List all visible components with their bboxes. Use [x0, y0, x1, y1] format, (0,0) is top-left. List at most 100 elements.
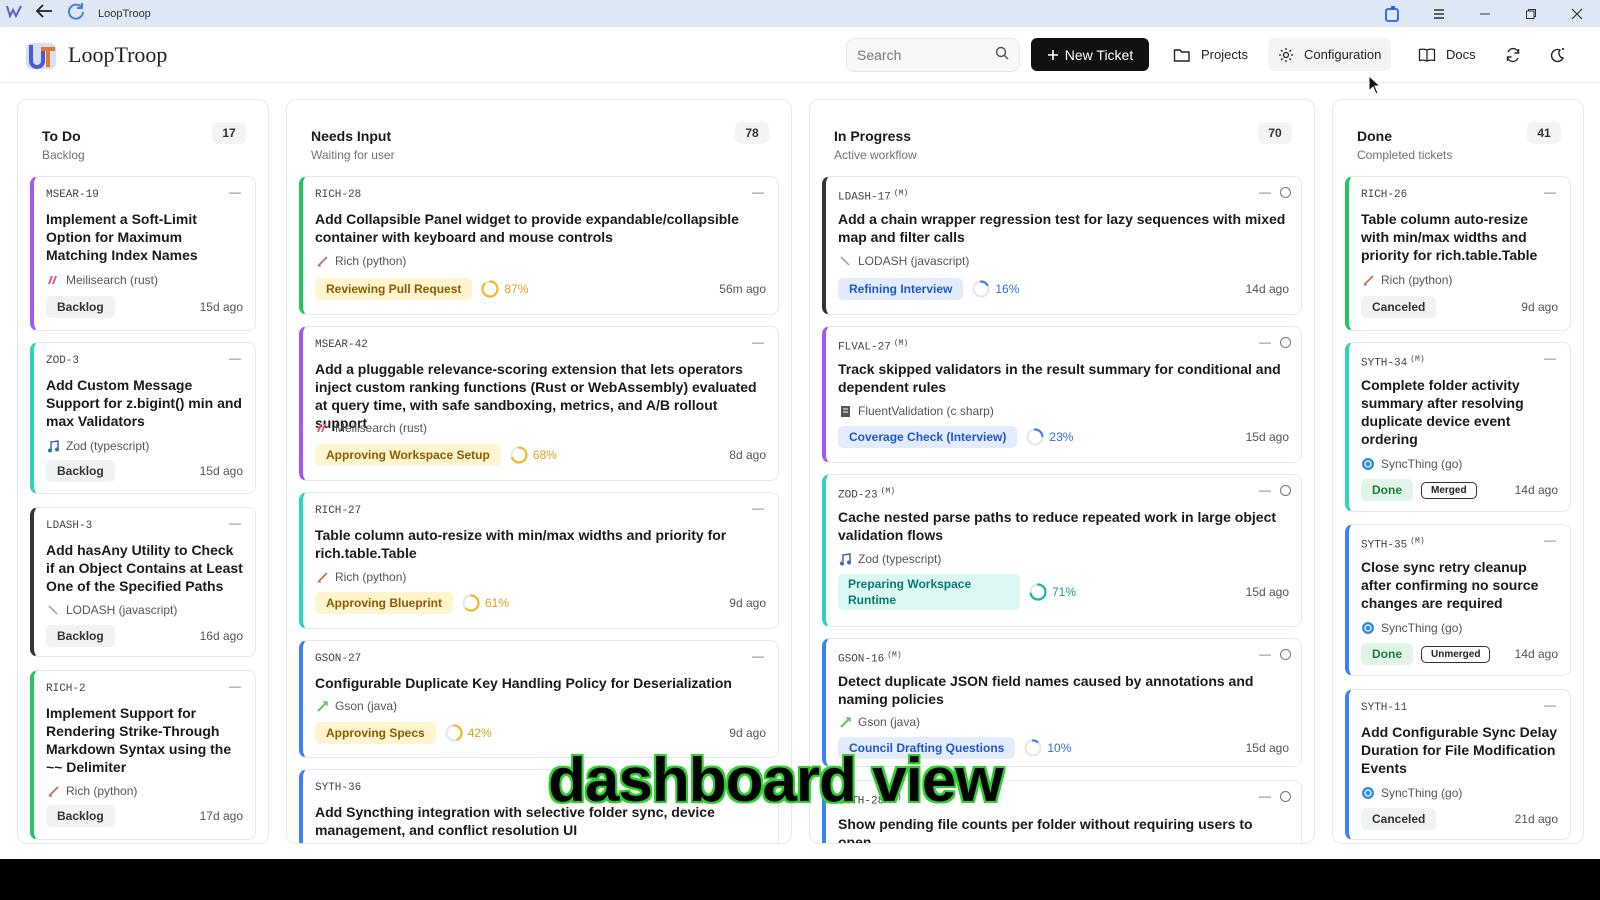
running-status-icon: [1280, 485, 1291, 496]
ticket-footer: Canceled 21d ago: [1361, 808, 1558, 830]
ticket-id: FLVAL-27 (M): [838, 339, 908, 354]
search-box[interactable]: [846, 38, 1020, 72]
ticket-repo: Zod (typescript): [838, 552, 941, 566]
mark-label: (M): [880, 487, 896, 496]
menu-icon[interactable]: [1416, 0, 1462, 27]
refresh-icon[interactable]: [66, 2, 86, 25]
ticket-age: 16d ago: [199, 629, 243, 643]
ticket-card[interactable]: MSEAR-19 — Implement a Soft-Limit Option…: [30, 176, 256, 331]
progress-indicator: 42%: [444, 723, 492, 743]
status-badge: Backlog: [46, 625, 115, 647]
ticket-card[interactable]: RICH-2 — Implement Support for Rendering…: [30, 670, 256, 840]
back-icon[interactable]: [34, 3, 54, 24]
ticket-card[interactable]: GSON-27 — Configurable Duplicate Key Han…: [299, 640, 779, 758]
ticket-card[interactable]: RICH-27 — Table column auto-resize with …: [299, 492, 779, 629]
repo-label: LODASH (javascript): [66, 603, 178, 617]
ticket-menu-icon[interactable]: —: [1259, 483, 1271, 497]
ticket-id: LDASH-3: [46, 520, 93, 532]
ticket-id-text: FLVAL-27: [838, 341, 891, 354]
ticket-card[interactable]: SYTH-11 — Add Configurable Sync Delay Du…: [1345, 689, 1571, 840]
rich-icon: [315, 570, 329, 584]
status-badge: Approving Blueprint: [315, 592, 453, 614]
ticket-menu-icon[interactable]: —: [752, 335, 764, 349]
ticket-repo: SyncThing (go): [1361, 786, 1462, 800]
progress-ring-icon: [1026, 428, 1044, 446]
ticket-menu-icon[interactable]: —: [229, 185, 241, 199]
ticket-card[interactable]: FLVAL-27 (M) — Track skipped validators i…: [822, 326, 1302, 463]
column-count-badge: 17: [212, 122, 246, 144]
configuration-button[interactable]: Configuration: [1268, 38, 1392, 71]
book-icon: [1418, 48, 1436, 62]
ticket-menu-icon[interactable]: —: [752, 501, 764, 515]
ticket-menu-icon[interactable]: —: [1544, 698, 1556, 712]
ticket-menu-icon[interactable]: —: [1544, 185, 1556, 199]
ticket-card[interactable]: ZOD-3 — Add Custom Message Support for z…: [30, 342, 256, 494]
mark-label: (M): [893, 189, 909, 198]
ticket-title: Show pending file counts per folder with…: [838, 816, 1253, 844]
ticket-menu-icon[interactable]: —: [1259, 185, 1271, 199]
docs-button[interactable]: Docs: [1408, 38, 1486, 71]
repo-label: LODASH (javascript): [858, 254, 970, 268]
ticket-card[interactable]: SYTH-35 (M) — Close sync retry cleanup af…: [1345, 524, 1571, 676]
status-badge: Canceled: [1361, 296, 1437, 318]
progress-ring-icon: [972, 280, 990, 298]
ticket-id: RICH-26: [1361, 189, 1408, 201]
app-logo[interactable]: LoopTroop: [24, 39, 167, 71]
ticket-menu-icon[interactable]: —: [752, 649, 764, 663]
search-icon[interactable]: [995, 46, 1009, 65]
ticket-footer: Canceled 9d ago: [1361, 296, 1558, 318]
ticket-card[interactable]: MSEAR-42 — Add a pluggable relevance-sco…: [299, 326, 779, 481]
ticket-footer: Done Merged 14d ago: [1361, 479, 1558, 501]
syncthing-icon: [1361, 457, 1375, 471]
ticket-card[interactable]: ZOD-23 (M) — Cache nested parse paths to …: [822, 474, 1302, 627]
ticket-card[interactable]: LDASH-17 (M) — Add a chain wrapper regres…: [822, 176, 1302, 315]
ticket-footer: Backlog 15d ago: [46, 296, 243, 318]
window-title: LoopTroop: [98, 7, 151, 20]
ticket-title: Cache nested parse paths to reduce repea…: [838, 509, 1277, 543]
close-window-icon[interactable]: [1554, 0, 1600, 27]
ticket-card[interactable]: LDASH-3 — Add hasAny Utility to Check if…: [30, 507, 256, 657]
ticket-menu-icon[interactable]: —: [1544, 351, 1556, 365]
column-header: Done Completed tickets 41: [1357, 122, 1561, 162]
ticket-card[interactable]: RICH-26 — Table column auto-resize with …: [1345, 176, 1571, 331]
ticket-menu-icon[interactable]: —: [1259, 335, 1271, 349]
theme-toggle-button[interactable]: [1541, 38, 1574, 71]
projects-button[interactable]: Projects: [1163, 38, 1258, 71]
ticket-age: 15d ago: [1245, 430, 1289, 444]
ticket-menu-icon[interactable]: —: [229, 679, 241, 693]
progress-indicator: 61%: [461, 593, 509, 613]
rich-icon: [46, 784, 60, 798]
running-status-icon: [1280, 337, 1291, 348]
progress-ring-track: [1024, 739, 1042, 757]
ticket-age: 8d ago: [729, 448, 766, 462]
repo-label: SyncThing (go): [1381, 457, 1463, 471]
configuration-label: Configuration: [1304, 47, 1382, 62]
ticket-menu-icon[interactable]: —: [1259, 789, 1271, 803]
ticket-card[interactable]: RICH-28 — Add Collapsible Panel widget t…: [299, 176, 779, 315]
ticket-menu-icon[interactable]: —: [1259, 647, 1271, 661]
ticket-repo: Rich (python): [315, 254, 406, 268]
ticket-card[interactable]: SYTH-34 (M) — Complete folder activity su…: [1345, 342, 1571, 512]
ticket-footer: Approving Workspace Setup 68% 8d ago: [315, 444, 766, 466]
column-title: In Progress: [834, 128, 912, 144]
minimize-icon[interactable]: [1462, 0, 1508, 27]
folder-icon: [1173, 48, 1190, 62]
refresh-board-button[interactable]: [1496, 38, 1529, 71]
ticket-menu-icon[interactable]: —: [1544, 533, 1556, 547]
restore-icon[interactable]: [1508, 0, 1554, 27]
mark-label: (M): [1410, 537, 1425, 546]
extensions-icon[interactable]: [1370, 0, 1416, 27]
repo-label: Zod (typescript): [66, 439, 150, 453]
search-input[interactable]: [857, 47, 995, 63]
ticket-menu-icon[interactable]: —: [229, 351, 241, 365]
projects-label: Projects: [1201, 47, 1248, 62]
status-badge: Approving Specs: [315, 722, 436, 744]
progress-indicator: 87%: [480, 279, 528, 299]
ticket-menu-icon[interactable]: —: [229, 516, 241, 530]
ticket-id: GSON-27: [315, 653, 362, 665]
syncthing-icon: [1361, 786, 1375, 800]
status-badge: Backlog: [46, 805, 115, 827]
new-ticket-button[interactable]: New Ticket: [1031, 38, 1149, 71]
ticket-menu-icon[interactable]: —: [752, 185, 764, 199]
ticket-age: 21d ago: [1514, 812, 1558, 826]
